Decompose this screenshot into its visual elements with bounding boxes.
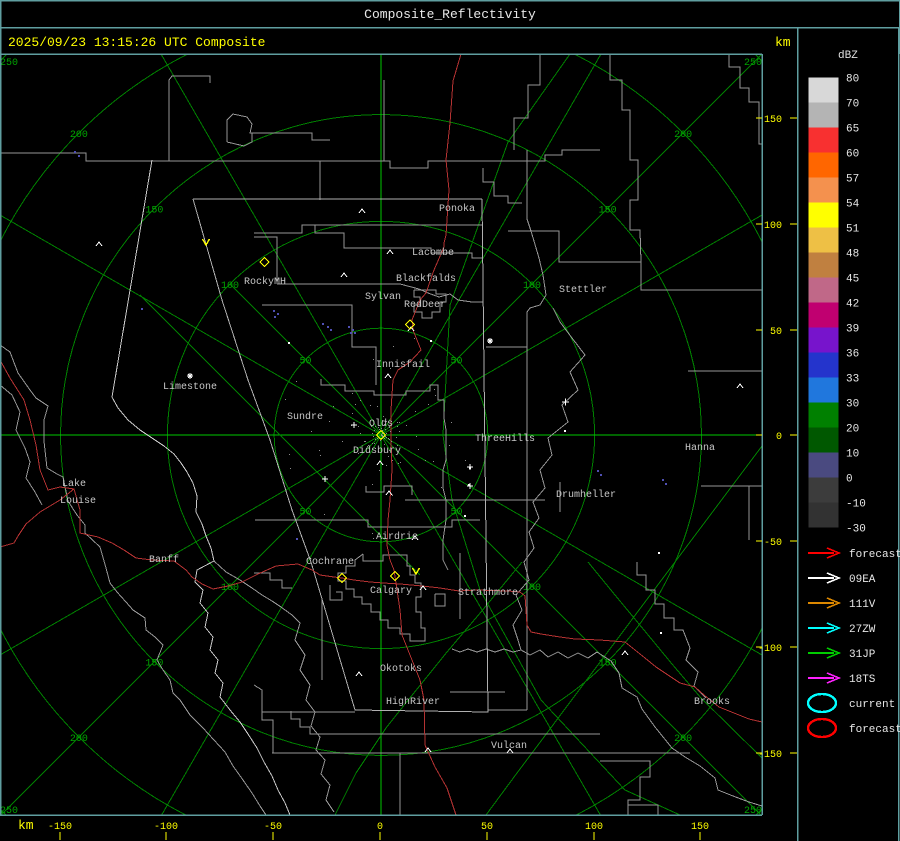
svg-text:30: 30: [846, 399, 859, 411]
svg-text:Vulcan: Vulcan: [491, 740, 527, 752]
svg-text:Sundre: Sundre: [287, 411, 323, 423]
svg-text:31JP: 31JP: [849, 649, 876, 661]
svg-text:39: 39: [846, 324, 859, 336]
svg-text:Didsbury: Didsbury: [353, 445, 401, 457]
svg-text:HighRiver: HighRiver: [386, 696, 440, 708]
svg-text:0: 0: [377, 822, 383, 833]
svg-text:20: 20: [846, 424, 859, 436]
svg-text:Airdrie: Airdrie: [376, 531, 418, 543]
svg-text:100: 100: [523, 281, 541, 292]
svg-text:Hanna: Hanna: [685, 443, 715, 454]
svg-text:km: km: [775, 35, 791, 50]
svg-text:60: 60: [846, 149, 859, 161]
svg-text:65: 65: [846, 124, 859, 136]
svg-text:Olds: Olds: [369, 418, 393, 430]
svg-text:-100: -100: [758, 644, 782, 655]
svg-text:Innisfail: Innisfail: [376, 359, 430, 371]
svg-text:-30: -30: [846, 524, 866, 536]
svg-text:RockyMH: RockyMH: [244, 276, 286, 288]
svg-text:70: 70: [846, 99, 859, 111]
svg-text:Louise: Louise: [60, 495, 96, 507]
svg-text:150: 150: [764, 115, 782, 126]
svg-text:100: 100: [764, 221, 782, 232]
svg-text:100: 100: [585, 822, 603, 833]
svg-text:27ZW: 27ZW: [849, 624, 876, 636]
svg-text:80: 80: [846, 74, 859, 86]
svg-text:10: 10: [846, 449, 859, 461]
svg-text:forecast: forecast: [849, 724, 900, 736]
svg-text:Sylvan: Sylvan: [365, 291, 401, 303]
svg-text:200: 200: [70, 130, 88, 141]
svg-text:Banff: Banff: [149, 554, 179, 566]
svg-text:-150: -150: [48, 822, 72, 833]
svg-text:-50: -50: [264, 822, 282, 833]
svg-text:Drumheller: Drumheller: [556, 489, 616, 501]
svg-text:0: 0: [846, 474, 853, 486]
svg-text:km: km: [18, 818, 34, 833]
svg-text:45: 45: [846, 274, 859, 286]
svg-text:-10: -10: [846, 499, 866, 511]
svg-text:18TS: 18TS: [849, 674, 876, 686]
svg-text:150: 150: [691, 822, 709, 833]
svg-text:Limestone: Limestone: [163, 381, 217, 393]
svg-text:150: 150: [145, 659, 163, 670]
svg-text:-150: -150: [758, 750, 782, 761]
svg-text:200: 200: [70, 734, 88, 745]
svg-text:150: 150: [145, 205, 163, 216]
svg-text:2025/09/23 13:15:26 UTC Compos: 2025/09/23 13:15:26 UTC Composite: [8, 35, 265, 50]
svg-text:Okotoks: Okotoks: [380, 663, 422, 675]
svg-text:Blackfalds: Blackfalds: [396, 273, 456, 285]
svg-text:50: 50: [450, 357, 462, 368]
svg-text:09EA: 09EA: [849, 574, 876, 586]
svg-text:Lake: Lake: [62, 478, 86, 490]
svg-text:51: 51: [846, 224, 860, 236]
svg-text:150: 150: [599, 659, 617, 670]
svg-text:36: 36: [846, 349, 859, 361]
svg-text:50: 50: [450, 508, 462, 519]
svg-text:Stettler: Stettler: [559, 284, 607, 296]
svg-text:100: 100: [221, 281, 239, 292]
svg-text:48: 48: [846, 249, 859, 261]
svg-text:0: 0: [776, 432, 782, 443]
svg-text:-50: -50: [764, 538, 782, 549]
svg-text:current: current: [849, 699, 895, 711]
svg-text:50: 50: [299, 508, 311, 519]
svg-text:100: 100: [523, 583, 541, 594]
svg-text:250: 250: [0, 58, 18, 69]
svg-text:dBZ: dBZ: [838, 50, 858, 62]
svg-text:250: 250: [744, 58, 762, 69]
svg-text:111V: 111V: [849, 599, 876, 611]
svg-text:RedDeer: RedDeer: [404, 299, 446, 311]
svg-text:33: 33: [846, 374, 859, 386]
svg-text:Brooks: Brooks: [694, 696, 730, 708]
svg-text:100: 100: [221, 583, 239, 594]
svg-text:42: 42: [846, 299, 859, 311]
svg-text:Composite_Reflectivity: Composite_Reflectivity: [364, 7, 536, 22]
svg-text:Ponoka: Ponoka: [439, 203, 475, 215]
svg-text:200: 200: [674, 130, 692, 141]
svg-text:Strathmore: Strathmore: [458, 587, 518, 599]
svg-text:200: 200: [674, 734, 692, 745]
svg-text:50: 50: [770, 327, 782, 338]
svg-text:-100: -100: [154, 822, 178, 833]
svg-text:Lacombe: Lacombe: [412, 247, 454, 259]
svg-text:57: 57: [846, 174, 859, 186]
svg-text:Calgary: Calgary: [370, 585, 412, 597]
svg-text:ThreeHills: ThreeHills: [475, 433, 535, 445]
svg-text:50: 50: [481, 822, 493, 833]
svg-text:forecast: forecast: [849, 549, 900, 561]
svg-text:150: 150: [599, 205, 617, 216]
svg-text:54: 54: [846, 199, 860, 211]
svg-text:50: 50: [299, 357, 311, 368]
svg-text:Cochrane: Cochrane: [306, 556, 354, 568]
